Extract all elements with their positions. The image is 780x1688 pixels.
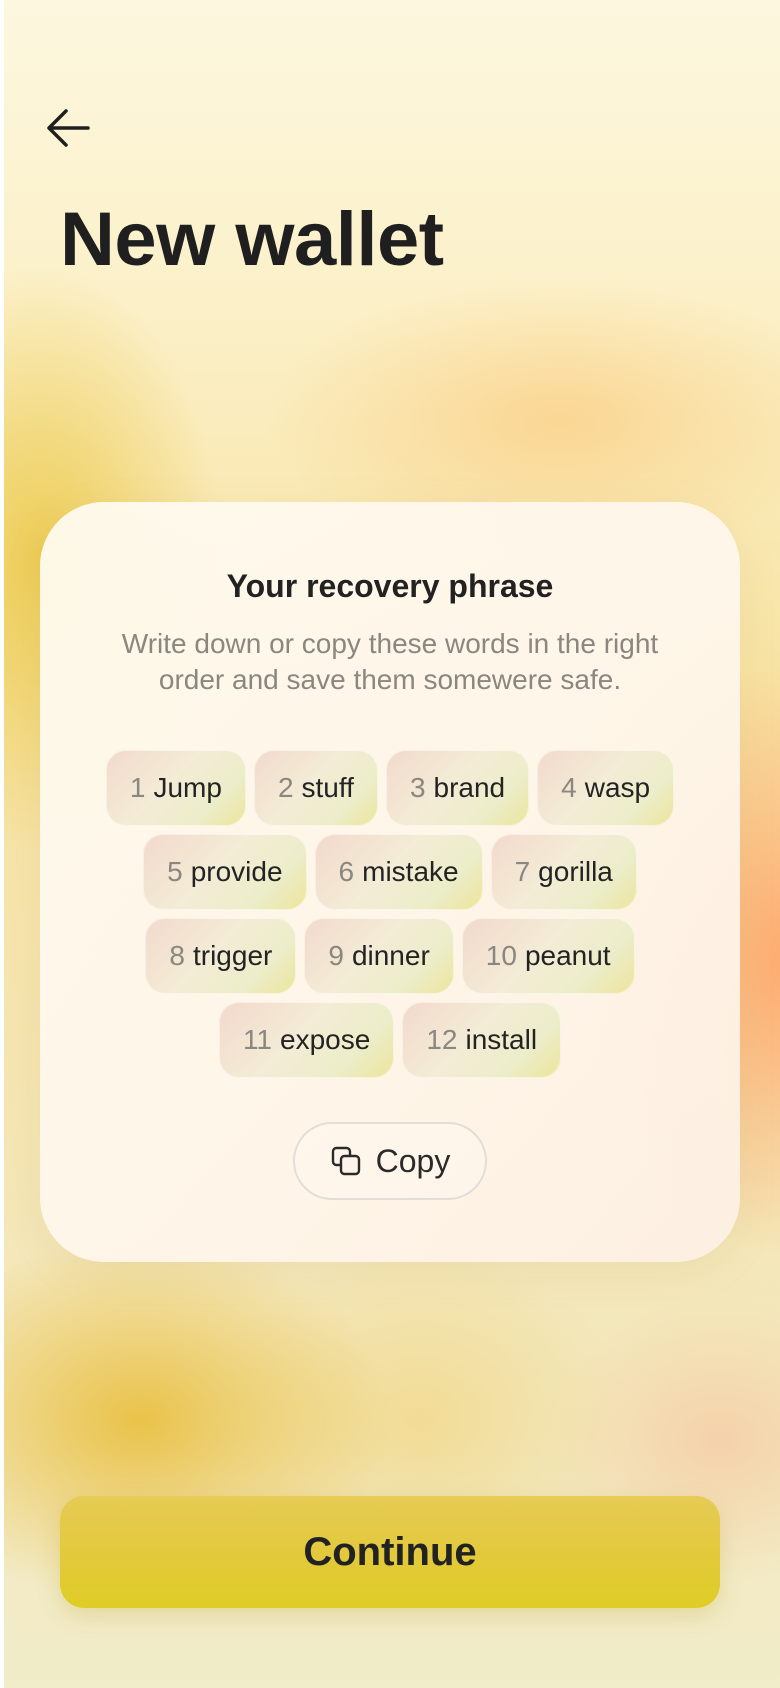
arrow-left-icon: [47, 109, 90, 147]
copy-icon: [330, 1145, 362, 1177]
word-number: 3: [409, 772, 426, 803]
word-chip: 4 wasp: [537, 750, 675, 826]
word-text: dinner: [351, 940, 430, 971]
word-chip: 11 expose: [218, 1002, 395, 1078]
page-title: New wallet: [60, 197, 444, 282]
back-button[interactable]: [40, 100, 96, 156]
continue-button[interactable]: Continue: [60, 1496, 720, 1608]
word-text: trigger: [192, 940, 273, 971]
word-number: 12: [426, 1024, 458, 1055]
word-chip: 12 install: [402, 1002, 562, 1078]
word-chip: 6 mistake: [314, 834, 483, 910]
word-text: stuff: [301, 772, 354, 803]
word-number: 5: [167, 856, 183, 887]
word-text: expose: [280, 1024, 371, 1055]
word-chip: 8 trigger: [145, 918, 297, 994]
word-text: gorilla: [538, 856, 613, 887]
word-number: 11: [242, 1024, 273, 1055]
word-number: 8: [169, 940, 185, 971]
word-chip: 1 Jump: [105, 750, 246, 826]
word-number: 2: [277, 772, 294, 803]
word-chip: 3 brand: [385, 750, 530, 826]
word-text: provide: [190, 856, 283, 887]
word-chip: 2 stuff: [253, 750, 378, 826]
word-chip: 10 peanut: [461, 918, 635, 994]
word-number: 6: [338, 856, 355, 887]
word-number: 4: [561, 772, 577, 803]
card-description: Write down or copy these words in the ri…: [121, 628, 659, 695]
copy-label: Copy: [375, 1142, 451, 1179]
word-text: mistake: [362, 856, 459, 887]
word-text: Jump: [153, 772, 222, 803]
screen-edge: [0, 0, 4, 1688]
word-list: 1 Jump 2 stuff 3 brand 4 wasp 5 provide 6 mist…: [70, 750, 710, 1078]
word-text: peanut: [524, 940, 611, 971]
word-text: install: [465, 1024, 538, 1055]
copy-button[interactable]: Copy: [293, 1122, 487, 1200]
word-text: wasp: [584, 772, 651, 803]
word-text: brand: [433, 772, 506, 803]
word-number: 7: [514, 856, 531, 887]
word-chip: 5 provide: [143, 834, 307, 910]
recovery-phrase-card: Your recovery phrase Write down or copy …: [40, 502, 740, 1262]
word-chip: 9 dinner: [304, 918, 454, 994]
word-number: 10: [485, 940, 517, 971]
word-number: 1: [129, 772, 146, 803]
word-number: 9: [328, 940, 344, 971]
card-title: Your recovery phrase: [226, 568, 554, 604]
word-chip: 7 gorilla: [490, 834, 637, 910]
